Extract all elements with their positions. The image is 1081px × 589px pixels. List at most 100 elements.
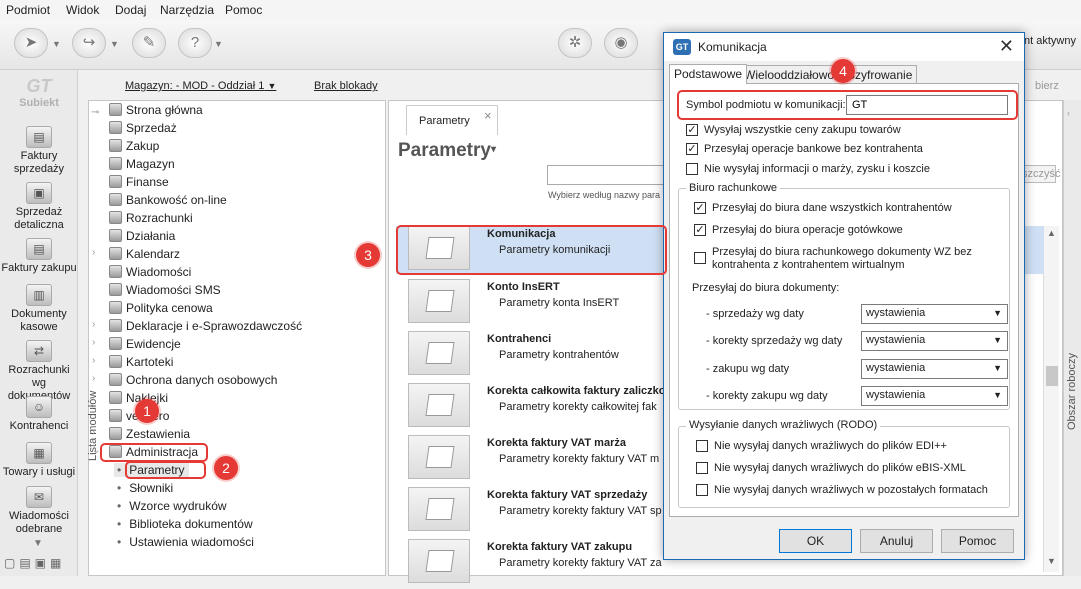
nav-mini-icons[interactable]: ▢▤▣▦ bbox=[4, 556, 65, 570]
menu-pomoc[interactable]: Pomoc bbox=[225, 3, 262, 17]
submodule-ustawienia-wiadomosci[interactable]: Ustawienia wiadomości bbox=[117, 535, 254, 549]
submodule-wzorce-wydrukow[interactable]: Wzorce wydruków bbox=[117, 499, 226, 513]
chevron-right-icon[interactable]: › bbox=[92, 337, 95, 348]
module-kalendarz[interactable]: › Kalendarz bbox=[92, 247, 180, 265]
list-item[interactable]: Korekta faktury VAT zakupu Parametry kore… bbox=[398, 537, 668, 589]
chevron-right-icon[interactable]: › bbox=[92, 319, 95, 330]
marker-1: 1 bbox=[135, 399, 159, 423]
module-deklaracje[interactable]: › Deklaracje i e-Sprawozdawczość bbox=[92, 319, 302, 337]
label-icon bbox=[109, 391, 122, 404]
nav-dokumenty-kasowe[interactable]: ▥ Dokumenty kasowe bbox=[0, 284, 78, 334]
module-strona-glowna[interactable]: Strona główna bbox=[109, 103, 203, 121]
ok-button[interactable]: OK bbox=[779, 529, 852, 553]
chevron-right-icon[interactable]: › bbox=[92, 247, 95, 258]
list-item[interactable]: Korekta całkowita faktury zaliczko Parame… bbox=[398, 381, 668, 433]
chevron-down-icon[interactable]: ▼ bbox=[33, 538, 43, 549]
module-rozrachunki[interactable]: Rozrachunki bbox=[109, 211, 193, 229]
module-ewidencje[interactable]: › Ewidencje bbox=[92, 337, 181, 355]
help-icon[interactable]: ? bbox=[178, 28, 212, 58]
docs-heading: Przesyłaj do biura dokumenty: bbox=[692, 282, 840, 294]
select-sprzedaz[interactable]: wystawienia bbox=[861, 304, 1008, 324]
parameters-icon bbox=[408, 279, 470, 323]
nav-sprzedaz-detaliczna[interactable]: ▣ Sprzedaż detaliczna bbox=[0, 182, 78, 232]
close-icon[interactable]: × bbox=[484, 108, 492, 123]
page-title[interactable]: Parametry▾ bbox=[398, 140, 496, 162]
select-korekty-zakupu[interactable]: wystawienia bbox=[861, 386, 1008, 406]
tab-podstawowe[interactable]: Podstawowe bbox=[669, 64, 748, 84]
chevron-down-icon[interactable]: ▼ bbox=[52, 39, 61, 49]
menu-dodaj[interactable]: Dodaj bbox=[115, 3, 146, 17]
send-icon[interactable]: ➤ bbox=[14, 28, 48, 58]
search-input[interactable] bbox=[547, 165, 665, 185]
module-magazyn[interactable]: Magazyn bbox=[109, 157, 175, 175]
chevron-up-icon[interactable]: ▲ bbox=[1047, 228, 1056, 238]
select-korekty-sprzedazy[interactable]: wystawienia bbox=[861, 331, 1008, 351]
module-kartoteki[interactable]: › Kartoteki bbox=[92, 355, 173, 373]
cart-icon: ▣ bbox=[26, 182, 52, 204]
records-icon bbox=[109, 337, 122, 350]
scrollbar-thumb[interactable] bbox=[1046, 366, 1058, 386]
nav-rozrachunki[interactable]: ⇄Rozrachunki wg dokumentów bbox=[0, 340, 78, 403]
close-icon[interactable]: ✕ bbox=[999, 36, 1014, 57]
module-wiadomosci[interactable]: Wiadomości bbox=[109, 265, 191, 283]
list-item[interactable]: Korekta faktury VAT sprzedaży Parametry k… bbox=[398, 485, 668, 537]
filter-label: bierz bbox=[1035, 80, 1059, 92]
shield-icon bbox=[109, 373, 122, 386]
chevron-left-icon[interactable]: ‹ bbox=[1067, 108, 1070, 118]
chevron-down-icon[interactable]: ▼ bbox=[110, 39, 119, 49]
module-polityka-cenowa[interactable]: Polityka cenowa bbox=[109, 301, 213, 319]
settings-icon[interactable]: ✲ bbox=[558, 28, 592, 58]
nav-faktury-sprzedazy[interactable]: ▤ Faktury sprzedaży bbox=[0, 126, 78, 176]
workspace-sidebar[interactable]: ‹ Obszar roboczy bbox=[1063, 100, 1081, 576]
module-bankowosc[interactable]: Bankowość on-line bbox=[109, 193, 227, 211]
chevron-right-icon[interactable]: › bbox=[92, 427, 95, 438]
submodule-biblioteka-dokumentow[interactable]: Biblioteka dokumentów bbox=[117, 517, 252, 531]
list-item[interactable]: Kontrahenci Parametry kontrahentów bbox=[398, 329, 668, 381]
workspace-label: Obszar roboczy bbox=[1066, 352, 1078, 430]
tab-panel-podstawowe: Symbol podmiotu w komunikacji: ✓Wysyłaj … bbox=[669, 83, 1019, 517]
message-icon bbox=[109, 265, 122, 278]
tab-parametry[interactable]: Parametry × bbox=[406, 105, 498, 135]
select-label: - korekty zakupu wg daty bbox=[706, 390, 828, 402]
chevron-down-icon[interactable]: ▼ bbox=[214, 39, 223, 49]
module-wiadomosci-sms[interactable]: Wiadomości SMS bbox=[109, 283, 221, 301]
nav-towary-i-uslugi[interactable]: ▦ Towary i usługi bbox=[0, 442, 78, 479]
pin-icon[interactable]: ⊸ bbox=[91, 107, 99, 118]
module-dzialania[interactable]: Działania bbox=[109, 229, 175, 247]
select-zakup[interactable]: wystawienia bbox=[861, 359, 1008, 379]
warehouse-selector[interactable]: Magazyn: - MOD - Oddział 1 ▼ bbox=[125, 80, 276, 92]
notes-icon[interactable]: ✎ bbox=[132, 28, 166, 58]
module-finanse[interactable]: Finanse bbox=[109, 175, 169, 193]
list-item[interactable]: Korekta faktury VAT marża Parametry korek… bbox=[398, 433, 668, 485]
module-ochrona-danych[interactable]: › Ochrona danych osobowych bbox=[92, 373, 277, 391]
menu-narzedzia[interactable]: Narzędzia bbox=[160, 3, 214, 17]
chevron-right-icon[interactable]: › bbox=[92, 391, 95, 402]
declaration-icon bbox=[109, 319, 122, 332]
chevron-right-icon[interactable]: › bbox=[92, 373, 95, 384]
message-icon: ✉ bbox=[26, 486, 52, 508]
nav-wiadomosci-odebrane[interactable]: ✉ Wiadomości odebrane bbox=[0, 486, 78, 536]
settlements-icon: ⇄ bbox=[26, 340, 52, 362]
invoice-icon: ▤ bbox=[26, 238, 52, 260]
group-legend-biuro: Biuro rachunkowe bbox=[686, 182, 781, 194]
scrollbar[interactable]: ▲ ▼ bbox=[1043, 226, 1059, 572]
app-logo-text: Subiekt bbox=[19, 97, 59, 109]
blockades-link[interactable]: Brak blokady bbox=[314, 80, 378, 92]
menu-widok[interactable]: Widok bbox=[66, 3, 99, 17]
select-label: - korekty sprzedaży wg daty bbox=[706, 335, 843, 347]
globe-icon[interactable]: ◉ bbox=[604, 28, 638, 58]
help-button[interactable]: Pomoc bbox=[941, 529, 1014, 553]
menu-podmiot[interactable]: Podmiot bbox=[6, 3, 50, 17]
submodule-slowniki[interactable]: Słowniki bbox=[117, 481, 173, 495]
nav-faktury-zakupu[interactable]: ▤ Faktury zakupu bbox=[0, 238, 78, 275]
module-zakup[interactable]: Zakup bbox=[109, 139, 159, 157]
list-item[interactable]: Konto InsERT Parametry konta InsERT bbox=[398, 277, 668, 329]
module-sprzedaz[interactable]: Sprzedaż bbox=[109, 121, 177, 139]
chevron-right-icon[interactable]: › bbox=[92, 355, 95, 366]
nav-kontrahenci[interactable]: ☺ Kontrahenci bbox=[0, 396, 78, 433]
chevron-down-icon[interactable]: ▼ bbox=[1047, 556, 1056, 566]
cash-icon: ▥ bbox=[26, 284, 52, 306]
cancel-button[interactable]: Anuluj bbox=[860, 529, 933, 553]
highlight-symbol-field bbox=[677, 90, 1018, 120]
receive-icon[interactable]: ↪ bbox=[72, 28, 106, 58]
